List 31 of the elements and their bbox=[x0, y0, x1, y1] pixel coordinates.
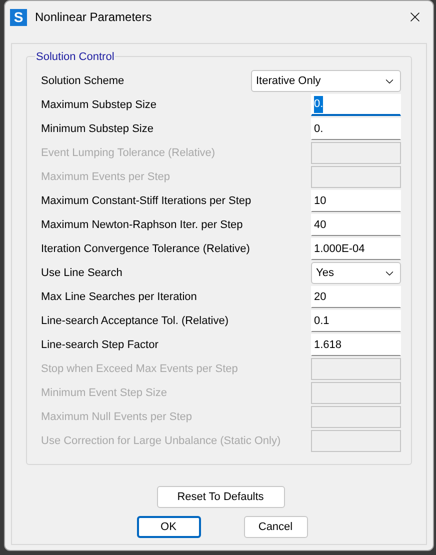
input-field[interactable]: 10 bbox=[311, 190, 401, 212]
field-label: Minimum Substep Size bbox=[41, 122, 154, 137]
app-icon: S bbox=[10, 8, 27, 26]
field-label: Use Correction for Large Unbalance (Static Only) bbox=[41, 434, 281, 449]
field-label: Maximum Null Events per Step bbox=[41, 410, 192, 425]
input-field[interactable]: 1.618 bbox=[311, 334, 401, 356]
input-field[interactable]: 0.1 bbox=[311, 310, 401, 332]
input-field[interactable]: 0. bbox=[311, 94, 401, 116]
input-field[interactable]: 40 bbox=[311, 214, 401, 236]
field-label: Max Line Searches per Iteration bbox=[41, 290, 197, 305]
ok-button[interactable]: OK bbox=[136, 516, 200, 538]
field-label: Iteration Convergence Tolerance (Relative) bbox=[41, 242, 250, 257]
input-field[interactable]: 20 bbox=[311, 286, 401, 308]
dropdown[interactable]: Yes bbox=[311, 262, 401, 284]
field-label: Minimum Event Step Size bbox=[41, 386, 167, 401]
input-field[interactable]: 1.000E-04 bbox=[311, 238, 401, 260]
input-field[interactable]: 0. bbox=[311, 118, 401, 140]
field-label: Maximum Constant-Stiff Iterations per Step bbox=[41, 194, 252, 209]
field-label: Maximum Newton-Raphson Iter. per Step bbox=[41, 218, 243, 233]
field-label: Line-search Step Factor bbox=[41, 338, 158, 353]
field-label: Maximum Events per Step bbox=[41, 170, 170, 185]
field-label: Solution Scheme bbox=[41, 74, 124, 89]
field-label: Event Lumping Tolerance (Relative) bbox=[41, 146, 216, 161]
cancel-button[interactable]: Cancel bbox=[244, 516, 308, 538]
reset-button[interactable]: Reset To Defaults bbox=[156, 486, 284, 508]
field-label: Stop when Exceed Max Events per Step bbox=[41, 362, 238, 377]
window-title: Nonlinear Parameters bbox=[35, 9, 152, 26]
dropdown[interactable]: Iterative Only bbox=[251, 70, 401, 92]
field-label: Use Line Search bbox=[41, 266, 122, 281]
field-label: Line-search Acceptance Tol. (Relative) bbox=[41, 314, 229, 329]
field-label: Maximum Substep Size bbox=[41, 98, 157, 113]
